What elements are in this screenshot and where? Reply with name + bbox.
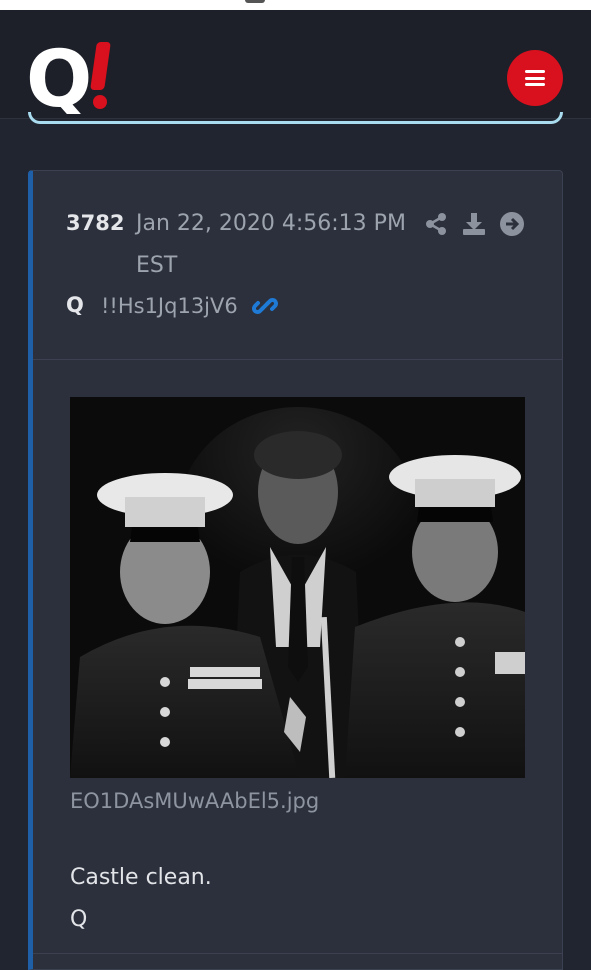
notch [245, 0, 265, 3]
message-signature: Q [70, 907, 88, 932]
arrow-right-circle-icon[interactable] [499, 211, 525, 237]
image-filename-link[interactable]: EO1DAsMUwAAbEl5.jpg [70, 789, 319, 813]
post-author: Q [66, 293, 84, 317]
status-strip [0, 0, 591, 10]
post-message: Castle clean. Q [70, 857, 212, 941]
app-header: Q [0, 10, 591, 119]
svg-text:Q: Q [26, 35, 92, 114]
search-box-edge[interactable] [28, 112, 563, 124]
post-header: 3782 Jan 22, 2020 4:56:13 PM EST Q !!Hs1… [33, 171, 562, 360]
post-number: 3782 [66, 211, 125, 235]
share-icon[interactable] [423, 211, 449, 237]
post-actions [423, 211, 525, 237]
post-tripcode: !!Hs1Jq13jV6 [101, 294, 238, 318]
post-date: Jan 22, 2020 4:56:13 PM EST [136, 211, 406, 278]
post-card: 3782 Jan 22, 2020 4:56:13 PM EST Q !!Hs1… [28, 170, 563, 970]
post-divider [33, 953, 562, 954]
menu-button[interactable] [507, 50, 563, 106]
hamburger-menu-icon [525, 70, 545, 86]
post-image[interactable] [70, 397, 525, 778]
message-line: Castle clean. [70, 865, 212, 890]
q-logo[interactable]: Q [26, 34, 122, 114]
link-icon[interactable] [252, 293, 278, 319]
download-icon[interactable] [461, 211, 487, 237]
